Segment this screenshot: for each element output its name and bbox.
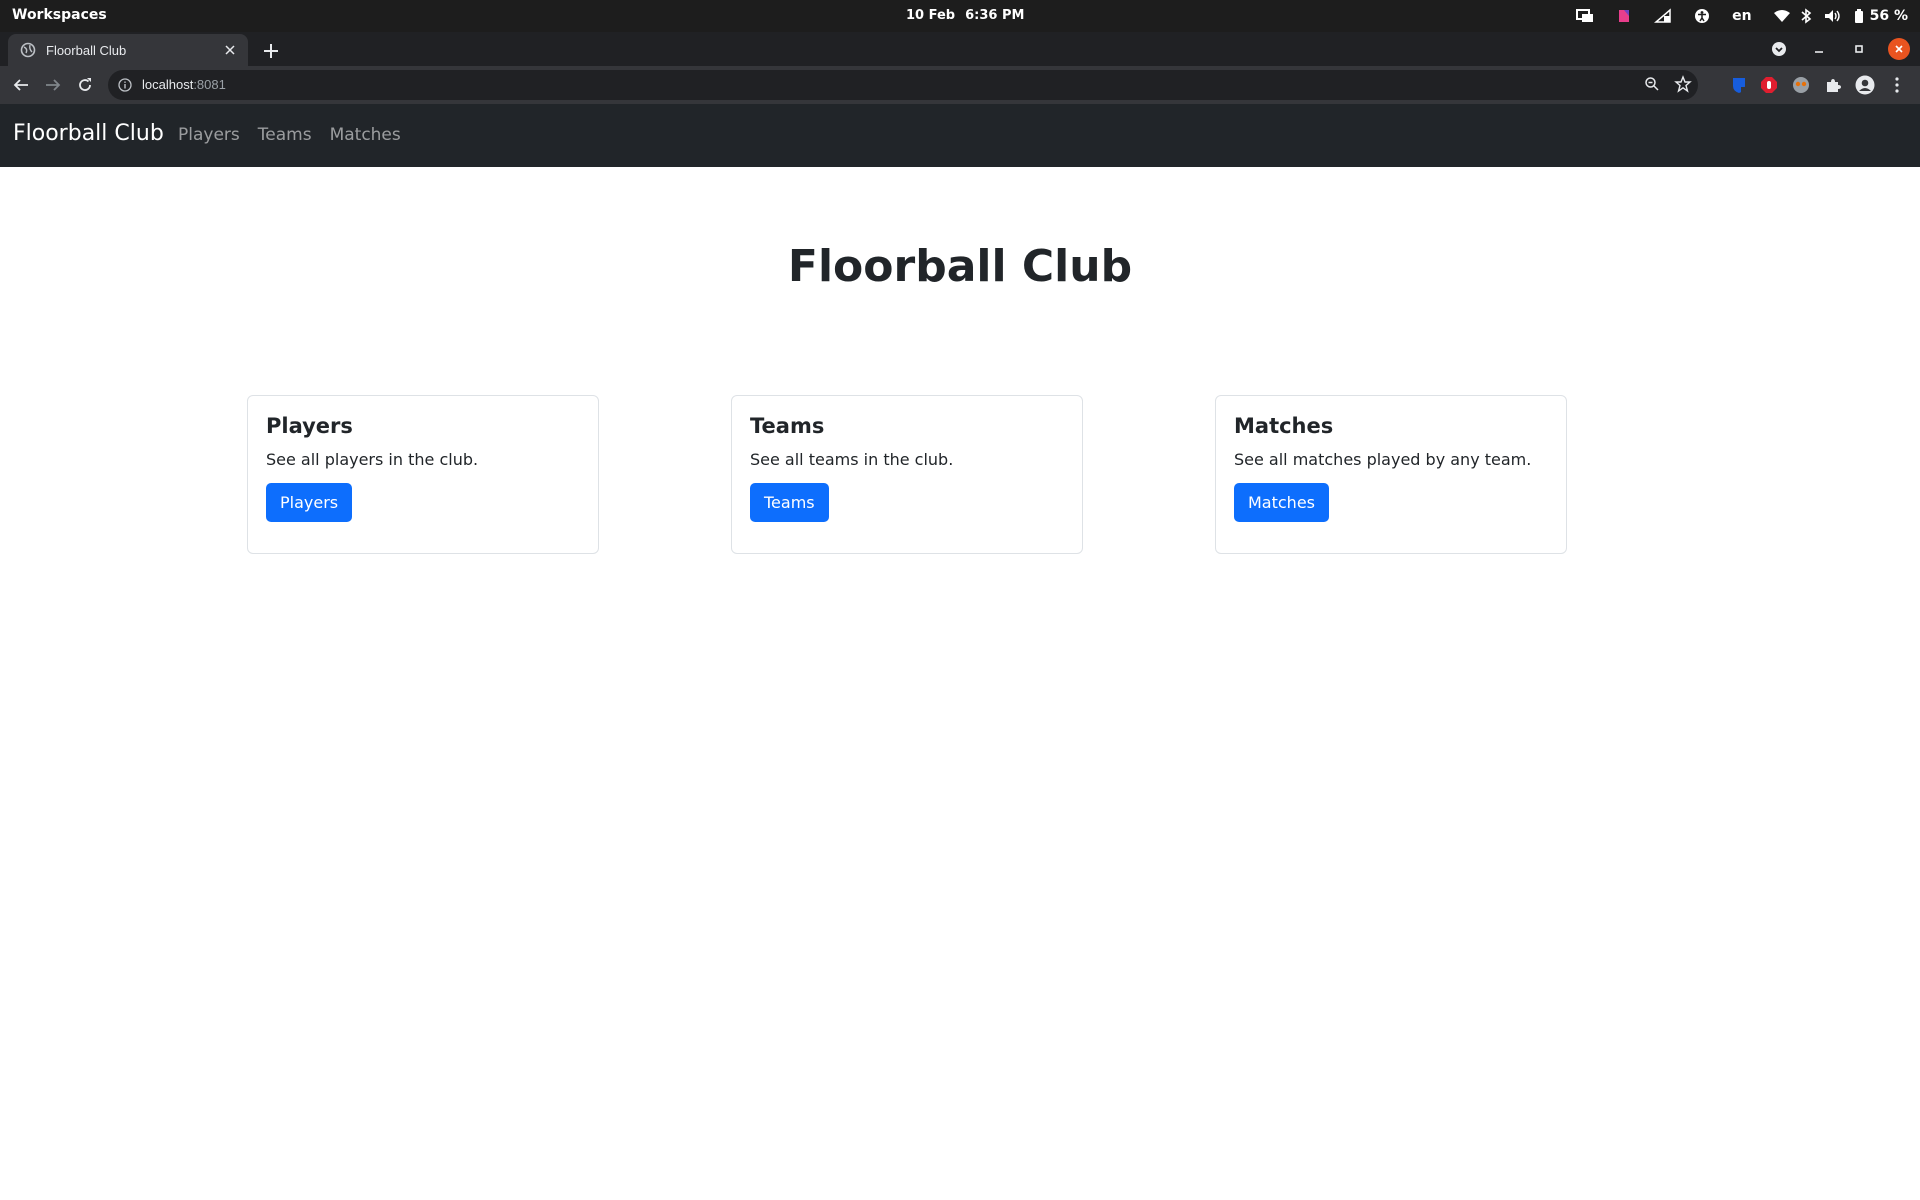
navbar-links: Players Teams Matches [178, 125, 419, 145]
volume-icon[interactable] [1824, 0, 1842, 32]
matches-button[interactable]: Matches [1234, 483, 1329, 522]
bitwarden-extension-icon[interactable] [1728, 74, 1750, 96]
maximize-icon[interactable] [1848, 38, 1870, 60]
matches-card: Matches See all matches played by any te… [1215, 395, 1567, 554]
forward-icon[interactable] [42, 74, 64, 96]
page-title: Floorball Club [787, 241, 1133, 292]
card-title: Teams [750, 414, 825, 438]
accessibility-icon[interactable] [1694, 0, 1710, 32]
back-icon[interactable] [10, 74, 32, 96]
battery-icon[interactable] [1854, 0, 1864, 32]
clock-date: 10 Feb [906, 8, 956, 23]
site-info-icon[interactable] [118, 77, 132, 96]
adblock-extension-icon[interactable] [1758, 74, 1780, 96]
reload-icon[interactable] [74, 74, 96, 96]
browser-toolbar: localhost:8081 [0, 66, 1920, 104]
close-tab-icon[interactable] [220, 40, 240, 60]
url-port: :8081 [193, 77, 226, 92]
zoom-icon[interactable] [1644, 76, 1660, 96]
card-text: See all teams in the club. [750, 450, 954, 469]
app-navbar: Floorball Club Players Teams Matches [0, 104, 1920, 167]
profile-avatar-icon[interactable] [1854, 74, 1876, 96]
tab-title: Floorball Club [46, 42, 127, 58]
card-title: Players [266, 414, 353, 438]
display-icon[interactable] [1576, 0, 1594, 32]
nav-link-teams[interactable]: Teams [258, 125, 312, 145]
close-window-icon[interactable] [1888, 38, 1910, 60]
browser-menu-icon[interactable] [1886, 74, 1908, 96]
extensions-puzzle-icon[interactable] [1822, 74, 1844, 96]
clock[interactable]: 10 Feb 6:36 PM [906, 8, 1034, 23]
url-host: localhost [142, 77, 194, 92]
minimize-icon[interactable] [1808, 38, 1830, 60]
bookmark-star-icon[interactable] [1674, 75, 1692, 97]
globe-icon [20, 42, 36, 58]
keyboard-layout-indicator[interactable]: en [1732, 0, 1751, 32]
window-controls [1750, 32, 1910, 66]
card-title: Matches [1234, 414, 1334, 438]
os-top-bar: Workspaces 10 Feb 6:36 PM en 56 % [0, 0, 1920, 32]
players-card: Players See all players in the club. Pla… [247, 395, 599, 554]
bluetooth-icon[interactable] [1800, 0, 1812, 32]
tab-search-icon[interactable] [1768, 38, 1790, 60]
browser-tab-strip: Floorball Club [0, 32, 1920, 66]
nav-link-matches[interactable]: Matches [330, 125, 401, 145]
wifi-icon[interactable] [1773, 0, 1790, 32]
nav-link-players[interactable]: Players [178, 125, 240, 145]
battery-percent[interactable]: 56 % [1870, 0, 1908, 32]
teams-card: Teams See all teams in the club. Teams [731, 395, 1083, 554]
url-text[interactable]: localhost:8081 [142, 77, 226, 92]
cellular-icon[interactable] [1654, 0, 1672, 32]
address-bar[interactable]: localhost:8081 [108, 70, 1698, 100]
navbar-brand[interactable]: Floorball Club [13, 121, 164, 146]
browser-tab[interactable]: Floorball Club [8, 34, 248, 66]
mask-extension-icon[interactable] [1790, 74, 1812, 96]
card-text: See all matches played by any team. [1234, 450, 1532, 469]
app-indicator-icon[interactable] [1616, 0, 1632, 32]
new-tab-button[interactable] [260, 40, 282, 62]
card-text: See all players in the club. [266, 450, 479, 469]
teams-button[interactable]: Teams [750, 483, 829, 522]
players-button[interactable]: Players [266, 483, 353, 522]
clock-time: 6:36 PM [965, 8, 1025, 23]
workspaces-button[interactable]: Workspaces [12, 7, 107, 23]
system-tray: en 56 % [1554, 0, 1908, 32]
